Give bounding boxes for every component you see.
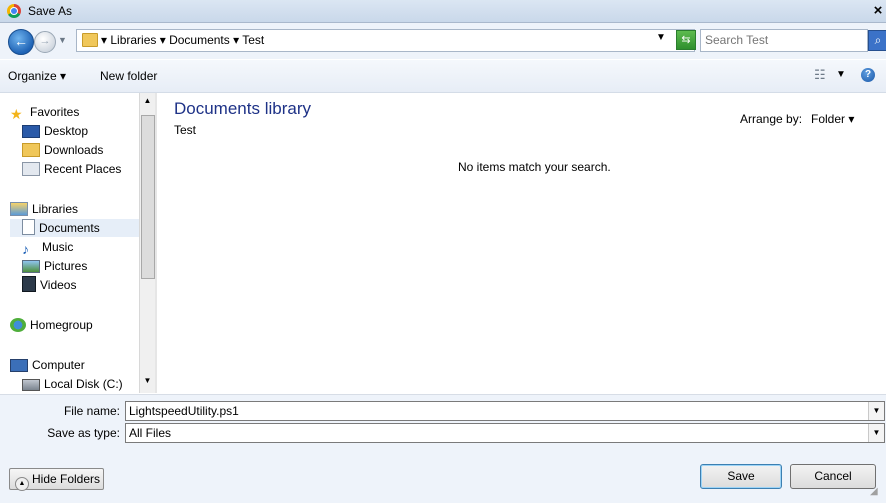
desktop-icon	[22, 125, 40, 138]
history-dropdown-icon[interactable]: ▼	[58, 33, 68, 47]
nav-computer[interactable]: Computer	[10, 356, 85, 374]
save-type-value[interactable]: All Files	[129, 426, 171, 440]
nav-desktop[interactable]: Desktop	[22, 122, 88, 140]
content-pane: Documents library Test Arrange by: Folde…	[157, 93, 886, 393]
help-icon[interactable]: ?	[861, 68, 875, 82]
star-icon: ★	[10, 106, 23, 122]
nav-music[interactable]: ♪ Music	[22, 238, 73, 256]
refresh-button[interactable]: ⇆	[676, 30, 696, 50]
nav-pictures[interactable]: Pictures	[22, 257, 87, 275]
navigation-pane: ★ Favorites Desktop Downloads Recent Plac…	[0, 93, 155, 393]
arrange-by-label: Arrange by:	[740, 112, 803, 126]
nav-recent-places[interactable]: Recent Places	[22, 160, 121, 178]
music-icon: ♪	[22, 241, 29, 257]
resize-grip-icon[interactable]: ◢	[870, 486, 884, 500]
nav-favorites[interactable]: ★ Favorites	[10, 103, 79, 121]
library-subtitle: Test	[174, 123, 197, 137]
file-name-value[interactable]: LightspeedUtility.ps1	[129, 404, 239, 418]
address-row: ← → ▼ ▾ Libraries ▾ Documents ▾ Test ▼ ⇆…	[0, 23, 886, 59]
toolbar: Organize ▾ New folder ☷ ▼ ?	[0, 60, 886, 93]
window-title: Save As	[28, 4, 73, 18]
close-button[interactable]: ×	[870, 2, 886, 20]
nav-downloads[interactable]: Downloads	[22, 141, 103, 159]
address-bar[interactable]: ▾ Libraries ▾ Documents ▾ Test ▼	[76, 29, 695, 52]
scroll-down-icon[interactable]: ▼	[142, 375, 153, 386]
homegroup-icon	[10, 318, 26, 332]
nav-homegroup[interactable]: Homegroup	[10, 316, 93, 334]
back-button[interactable]: ←	[8, 29, 34, 55]
documents-icon	[22, 219, 35, 235]
hide-folders-button[interactable]: ▲ Hide Folders	[9, 468, 104, 491]
save-type-dropdown-icon[interactable]: ▼	[868, 424, 884, 442]
computer-icon	[10, 359, 28, 372]
breadcrumb[interactable]: ▾ Libraries ▾ Documents ▾ Test	[101, 33, 264, 47]
nav-local-disk[interactable]: Local Disk (C:)	[22, 375, 123, 393]
chrome-app-icon	[7, 4, 21, 18]
view-dropdown-icon[interactable]: ▼	[836, 69, 846, 80]
scroll-up-icon[interactable]: ▲	[142, 95, 153, 106]
videos-icon	[22, 276, 36, 292]
search-box[interactable]	[700, 29, 869, 52]
library-title: Documents library	[174, 99, 311, 118]
forward-button[interactable]: →	[34, 31, 56, 53]
local-disk-icon	[22, 379, 40, 391]
view-options-icon[interactable]: ☷	[814, 68, 828, 82]
save-type-select[interactable]: All Files ▼	[125, 423, 885, 443]
nav-scroll-thumb[interactable]	[141, 115, 155, 279]
arrange-by-dropdown[interactable]: Folder ▾	[811, 112, 854, 126]
address-dropdown-icon[interactable]: ▼	[656, 32, 666, 43]
nav-libraries[interactable]: Libraries	[10, 200, 78, 218]
downloads-icon	[22, 143, 40, 157]
organize-button[interactable]: Organize ▾	[8, 69, 66, 83]
new-folder-button[interactable]: New folder	[100, 69, 157, 83]
file-name-label: File name:	[63, 404, 120, 418]
collapse-icon: ▲	[15, 477, 29, 491]
nav-documents[interactable]: Documents	[10, 219, 139, 237]
title-bar: Save As ×	[0, 0, 886, 23]
recent-places-icon	[22, 162, 40, 176]
save-button[interactable]: Save	[700, 464, 782, 489]
search-input[interactable]	[701, 30, 869, 49]
cancel-button[interactable]: Cancel	[790, 464, 876, 489]
save-type-label: Save as type:	[47, 426, 120, 440]
pictures-icon	[22, 260, 40, 273]
nav-videos[interactable]: Videos	[22, 276, 76, 294]
search-icon[interactable]: ⌕	[868, 30, 886, 51]
file-name-dropdown-icon[interactable]: ▼	[868, 402, 884, 420]
folder-icon	[82, 33, 98, 47]
empty-message: No items match your search.	[458, 160, 611, 174]
libraries-icon	[10, 202, 28, 216]
file-name-field[interactable]: LightspeedUtility.ps1 ▼	[125, 401, 885, 421]
